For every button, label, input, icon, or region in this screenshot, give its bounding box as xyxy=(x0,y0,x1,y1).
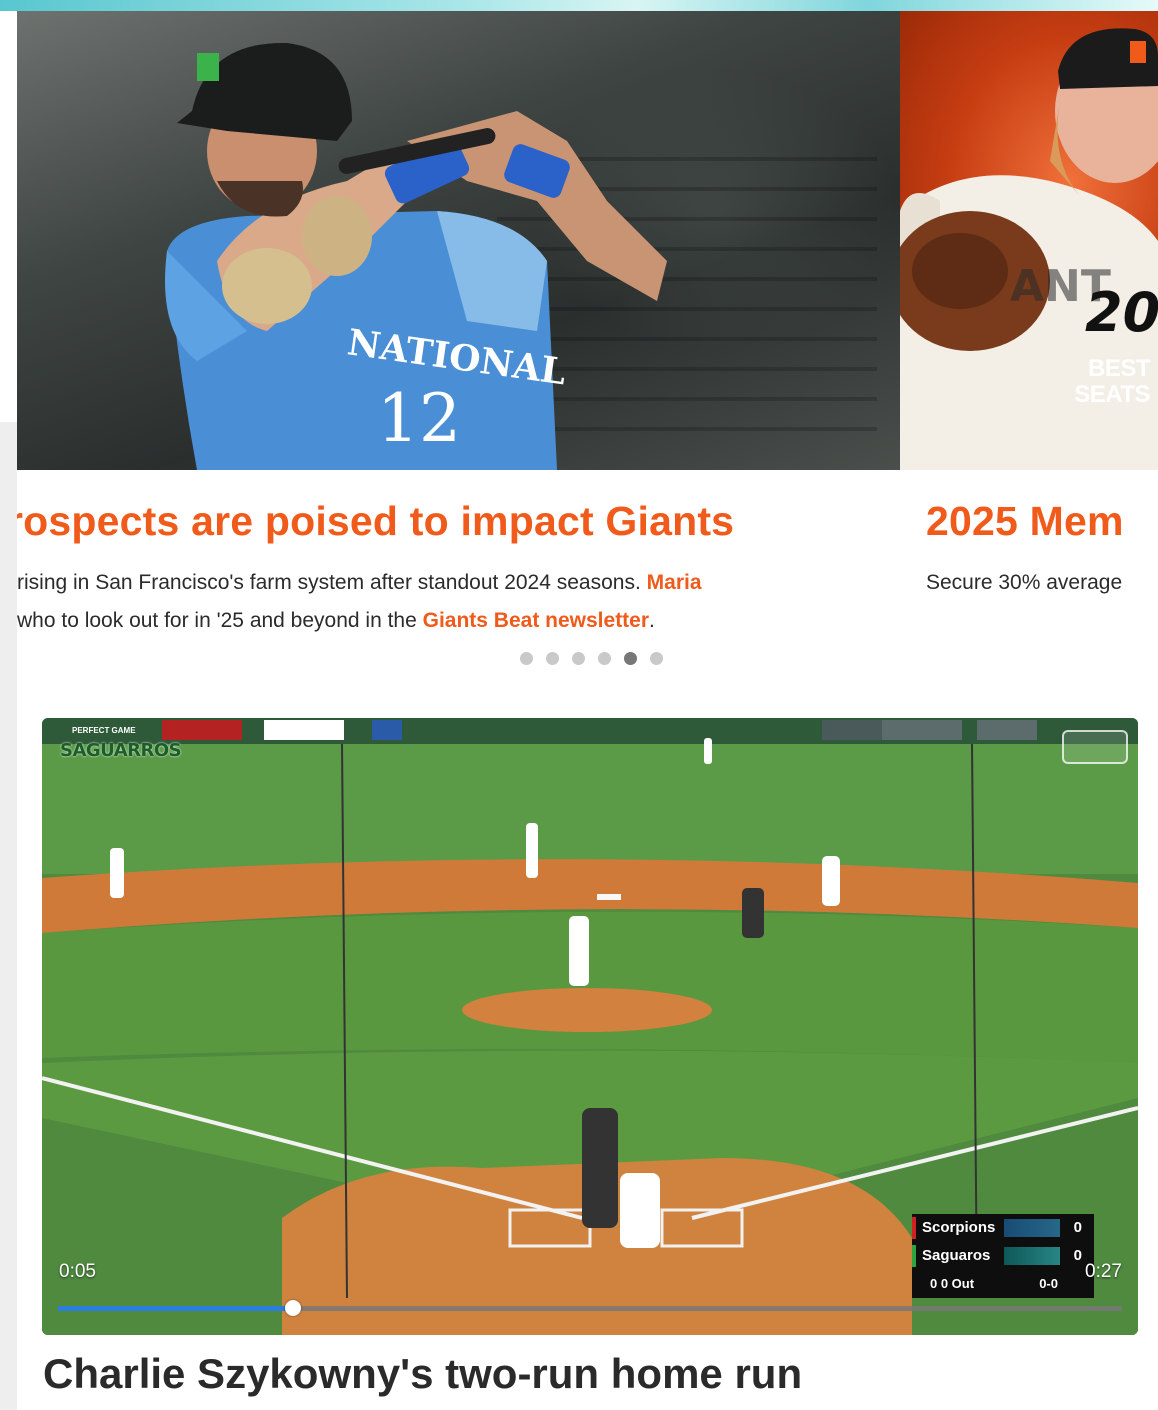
carousel-dot-4[interactable] xyxy=(598,652,611,665)
left-gutter-shade xyxy=(0,422,17,1410)
carousel-dot-2[interactable] xyxy=(546,652,559,665)
scorebug-status: 0 0 Out 0-0 xyxy=(912,1272,1094,1298)
story-carousel[interactable]: NATIONAL 12 ANT 20 BEST SEATS rospects a… xyxy=(17,11,1158,681)
newsletter-link[interactable]: Giants Beat newsletter xyxy=(423,609,649,632)
home-team-score: 0 xyxy=(1073,1247,1082,1264)
slide-1-desc-line-1: rising in San Francisco's farm system af… xyxy=(17,564,702,602)
carousel-dot-6[interactable] xyxy=(650,652,663,665)
perfect-game-banner: PERFECT GAME xyxy=(72,726,136,735)
carousel-pagination xyxy=(520,652,663,665)
slide-2-image[interactable]: ANT 20 BEST SEATS xyxy=(900,11,1158,470)
carousel-dot-5[interactable] xyxy=(624,652,637,665)
scorebug-row-away: Scorpions 0 xyxy=(912,1214,1094,1242)
scorebug-row-home: Saguaros 0 xyxy=(912,1242,1094,1270)
current-time: 0:05 xyxy=(59,1261,96,1282)
mlb-logo-icon xyxy=(1062,730,1128,764)
away-team-bar xyxy=(1004,1219,1060,1237)
slide-1-title[interactable]: rospects are poised to impact Giants xyxy=(17,498,734,545)
slide-1-description: rising in San Francisco's farm system af… xyxy=(17,564,702,640)
carousel-dot-1[interactable] xyxy=(520,652,533,665)
slide-2-desc-line-1: Secure 30% average xyxy=(926,571,1123,594)
home-team-bar xyxy=(1004,1247,1060,1265)
slide-1-desc-line-2: who to look out for in '25 and beyond in… xyxy=(17,602,702,640)
scorebug: Scorpions 0 Saguaros 0 0 0 Out 0-0 xyxy=(912,1214,1094,1298)
away-team-mark xyxy=(912,1217,916,1239)
promo-line-2: SEATS xyxy=(1074,381,1150,408)
pitch-count: 0-0 xyxy=(1039,1276,1058,1291)
carousel-dot-3[interactable] xyxy=(572,652,585,665)
slide-2-title[interactable]: 2025 Mem xyxy=(926,498,1124,545)
outs-indicator: 0 0 Out xyxy=(930,1276,975,1291)
away-team-name: Scorpions xyxy=(922,1219,996,1236)
away-team-score: 0 xyxy=(1073,1219,1082,1236)
video-player[interactable]: PERFECT GAME SAGUARROS Scorpions 0 Sagua… xyxy=(42,718,1138,1335)
home-team-mark xyxy=(912,1245,916,1267)
promo-number: 20 xyxy=(1085,281,1158,344)
promo-text: BEST SEATS xyxy=(1074,356,1150,408)
jersey-number: 12 xyxy=(377,380,461,457)
video-title[interactable]: Charlie Szykowny's two-run home run xyxy=(43,1350,802,1398)
slide-1-desc-text-3: . xyxy=(649,609,655,632)
team-logo-overlay: SAGUARROS xyxy=(60,740,182,761)
slide-2-description: Secure 30% average xyxy=(926,564,1122,602)
slide-1-image[interactable]: NATIONAL 12 xyxy=(17,11,900,470)
slide-1-desc-text-1: rising in San Francisco's farm system af… xyxy=(17,571,647,594)
slide-1-desc-text-2: who to look out for in '25 and beyond in… xyxy=(17,609,423,632)
batter-illustration: NATIONAL 12 xyxy=(165,42,667,470)
promo-line-1: BEST xyxy=(1087,355,1151,382)
top-banner-strip xyxy=(0,0,1158,11)
video-progress-fill xyxy=(58,1306,294,1311)
home-team-name: Saguaros xyxy=(922,1247,991,1264)
author-link[interactable]: Maria xyxy=(647,571,702,594)
video-progress-bar[interactable] xyxy=(58,1300,1122,1316)
total-time: 0:27 xyxy=(1085,1261,1122,1282)
